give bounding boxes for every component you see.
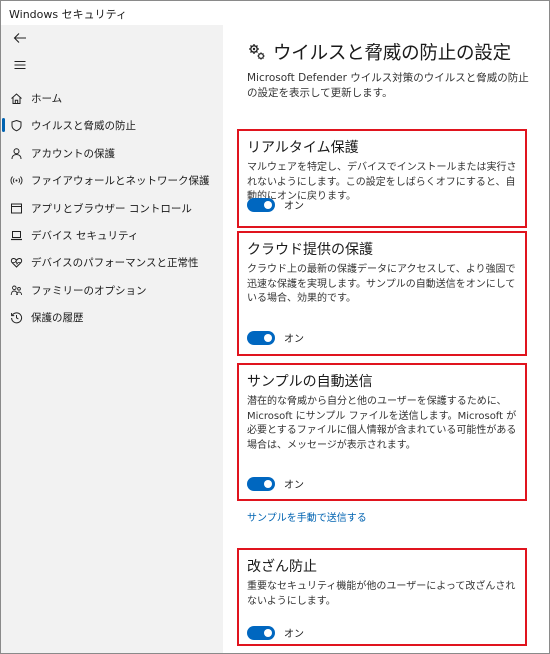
app-window-icon [9, 201, 23, 215]
sidebar-item-label: ホーム [31, 92, 63, 105]
page-title: ウイルスと脅威の防止の設定 [273, 43, 511, 64]
sidebar-item-app-browser-control[interactable]: アプリとブラウザー コントロール [1, 195, 223, 221]
section-description: クラウド上の最新の保護データにアクセスして、より強固で迅速な保護を実現します。サ… [247, 264, 516, 304]
menu-button[interactable] [9, 54, 31, 76]
title-bar: Windows セキュリティ [1, 1, 549, 25]
sample-submission-toggle[interactable] [247, 476, 275, 491]
section-title: リアルタイム保護 [247, 140, 359, 156]
sidebar-item-label: アカウントの保護 [31, 147, 115, 160]
family-icon [9, 283, 23, 297]
toggle-row: オン [247, 625, 304, 640]
sidebar-item-label: 保護の履歴 [31, 311, 84, 324]
sidebar-item-account-protection[interactable]: アカウントの保護 [1, 140, 223, 166]
sidebar-item-label: ファイアウォールとネットワーク保護 [31, 174, 210, 187]
sidebar-item-virus-threat-protection[interactable]: ウイルスと脅威の防止 [1, 112, 223, 138]
toggle-knob [264, 333, 272, 342]
main-content: ウイルスと脅威の防止の設定 Microsoft Defender ウイルス対策の… [223, 25, 549, 653]
toggle-label: オン [284, 334, 304, 345]
sidebar-item-label: ウイルスと脅威の防止 [31, 119, 136, 132]
wireless-icon [9, 173, 23, 187]
sidebar: ホーム ウイルスと脅威の防止 アカウントの保護 ファイアウォールとネットワーク保… [1, 25, 223, 653]
page-description: Microsoft Defender ウイルス対策のウイルスと脅威の防止の設定を… [247, 72, 529, 99]
toggle-label: オン [284, 629, 304, 640]
section-automatic-sample-submission: サンプルの自動送信 潜在的な脅威から自分と他のユーザーを保護するために、Micr… [237, 363, 527, 501]
page-header: ウイルスと脅威の防止の設定 [247, 39, 511, 65]
history-icon [9, 310, 23, 324]
sidebar-item-label: デバイスのパフォーマンスと正常性 [31, 256, 199, 269]
toggle-row: オン [247, 197, 304, 212]
section-title: サンプルの自動送信 [247, 374, 373, 390]
app-window: Windows セキュリティ ホーム ウイルスと脅威の防止 アカウントの保護 フ… [0, 0, 550, 654]
shield-icon [9, 118, 23, 132]
sidebar-item-firewall[interactable]: ファイアウォールとネットワーク保護 [1, 167, 223, 193]
heart-icon [9, 255, 23, 269]
section-cloud-protection: クラウド提供の保護 クラウド上の最新の保護データにアクセスして、より強固で迅速な… [237, 231, 527, 356]
section-description: 重要なセキュリティ機能が他のユーザーによって改ざんされないようにします。 [247, 581, 516, 607]
sidebar-item-protection-history[interactable]: 保護の履歴 [1, 304, 223, 330]
person-icon [9, 146, 23, 160]
hamburger-icon [14, 60, 26, 70]
section-title: 改ざん防止 [247, 559, 317, 575]
realtime-protection-toggle[interactable] [247, 197, 275, 212]
sidebar-item-family-options[interactable]: ファミリーのオプション [1, 277, 223, 303]
tamper-protection-toggle[interactable] [247, 625, 275, 640]
sidebar-item-label: ファミリーのオプション [31, 284, 147, 297]
sidebar-item-device-security[interactable]: デバイス セキュリティ [1, 222, 223, 248]
toggle-label: オン [284, 480, 304, 491]
home-icon [9, 91, 23, 105]
toggle-label: オン [284, 201, 304, 212]
sidebar-item-home[interactable]: ホーム [1, 85, 223, 111]
section-description: 潜在的な脅威から自分と他のユーザーを保護するために、Microsoft にサンプ… [247, 396, 517, 451]
active-indicator [2, 118, 5, 132]
toggle-knob [264, 200, 272, 209]
section-title: クラウド提供の保護 [247, 242, 373, 258]
sidebar-item-label: デバイス セキュリティ [31, 229, 139, 242]
laptop-icon [9, 228, 23, 242]
sidebar-item-label: アプリとブラウザー コントロール [31, 202, 192, 215]
toggle-row: オン [247, 476, 304, 491]
sidebar-item-device-performance[interactable]: デバイスのパフォーマンスと正常性 [1, 249, 223, 275]
back-button[interactable] [9, 27, 31, 49]
manual-sample-submit-link[interactable]: サンプルを手動で送信する [247, 509, 367, 524]
arrow-left-icon [13, 33, 26, 43]
toggle-knob [264, 628, 272, 637]
gears-icon [247, 42, 267, 62]
toggle-row: オン [247, 330, 304, 345]
window-title: Windows セキュリティ [9, 8, 127, 21]
toggle-knob [264, 479, 272, 488]
section-realtime-protection: リアルタイム保護 マルウェアを特定し、デバイスでインストールまたは実行されないよ… [237, 129, 527, 228]
section-tamper-protection: 改ざん防止 重要なセキュリティ機能が他のユーザーによって改ざんされないようにしま… [237, 548, 527, 646]
cloud-protection-toggle[interactable] [247, 330, 275, 345]
